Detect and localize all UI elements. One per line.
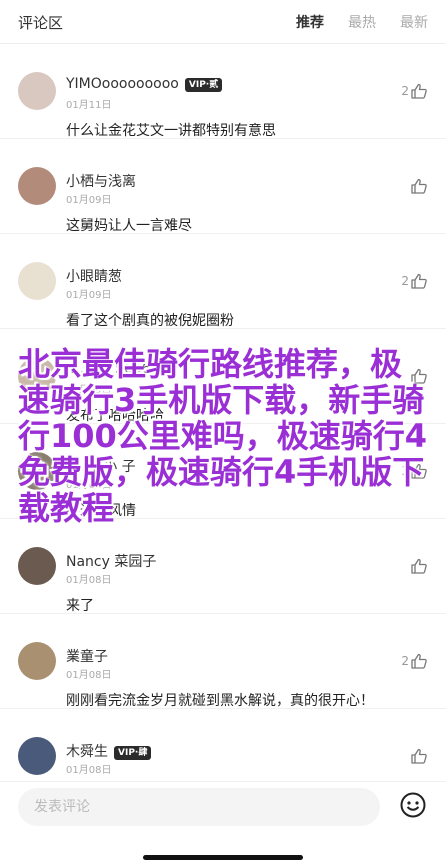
comment-date: 01月11日 <box>66 100 112 111</box>
emoji-icon[interactable] <box>400 792 426 818</box>
avatar[interactable] <box>18 72 56 110</box>
like-button[interactable] <box>409 747 428 765</box>
like-count: 2 <box>401 654 409 668</box>
comment-date: 01月09日 <box>66 290 112 301</box>
comment-item[interactable]: 小眼睛葱 01月09日看了这个剧真的被倪妮圈粉 2 <box>0 234 446 329</box>
like-button[interactable]: 2 <box>401 652 428 670</box>
tab-newest[interactable]: 最新 <box>400 12 428 32</box>
username-text: 木舜生 <box>66 744 108 760</box>
avatar[interactable] <box>18 262 56 300</box>
thumbs-up-icon <box>411 273 427 289</box>
like-button[interactable]: 2 <box>401 272 428 290</box>
comment-text: 刚刚看完流金岁月就碰到黑水解说，真的很开心！ <box>66 693 374 709</box>
spam-overlay-text: 北京最佳骑行路线推荐，极速骑行3手机版下载，新手骑行100公里难吗，极速骑行4免… <box>18 345 428 527</box>
username-text: Nancy 菜园子 <box>66 554 157 570</box>
comment-date: 01月08日 <box>66 765 112 776</box>
username[interactable]: Nancy 菜园子 <box>66 551 156 571</box>
tab-recommended[interactable]: 推荐 <box>296 12 324 32</box>
username[interactable]: 木舜生 VIP·肆 <box>66 741 152 761</box>
vip-badge: VIP·贰 <box>184 78 223 92</box>
comment-date: 01月09日 <box>66 195 112 206</box>
avatar[interactable] <box>18 547 56 585</box>
like-count: 2 <box>401 84 409 98</box>
avatar[interactable] <box>18 737 56 775</box>
thumbs-up-icon <box>411 83 427 99</box>
comment-input-bar: 发表评论 <box>0 781 446 868</box>
comment-item[interactable]: 木舜生 VIP·肆 01月08日 <box>0 709 446 781</box>
sort-tabs: 推荐 最热 最新 <box>272 12 428 32</box>
comment-item[interactable]: 小栖与浅离 01月09日这舅妈让人一言难尽 <box>0 139 446 234</box>
comment-text: 看了这个剧真的被倪妮圈粉 <box>66 313 234 329</box>
comment-date: 01月08日 <box>66 670 112 681</box>
avatar[interactable] <box>18 642 56 680</box>
like-button[interactable] <box>409 557 428 575</box>
tab-hottest[interactable]: 最热 <box>348 12 376 32</box>
thumbs-up-icon <box>411 178 427 194</box>
username-text: 小眼睛葱 <box>66 269 122 285</box>
comment-item[interactable]: YIMOooooooooo VIP·贰 01月11日什么让金花艾文一讲都特别有意思 2 <box>0 44 446 139</box>
username-text: 小栖与浅离 <box>66 174 136 190</box>
comment-text: 来了 <box>66 598 94 614</box>
username-text: 業童子 <box>66 649 108 665</box>
avatar[interactable] <box>18 167 56 205</box>
home-indicator <box>143 855 303 860</box>
comment-date: 01月08日 <box>66 575 112 586</box>
vip-badge: VIP·肆 <box>114 746 152 760</box>
username[interactable]: 小眼睛葱 <box>66 266 122 286</box>
username-text: YIMOooooooooo <box>66 76 179 92</box>
like-count: 2 <box>401 274 409 288</box>
page-title: 评论区 <box>18 14 64 32</box>
thumbs-up-icon <box>411 653 427 669</box>
comment-item[interactable]: 業童子 01月08日刚刚看完流金岁月就碰到黑水解说，真的很开心！ 2 <box>0 614 446 709</box>
username[interactable]: 小栖与浅离 <box>66 171 136 191</box>
comment-text: 这舅妈让人一言难尽 <box>66 218 192 234</box>
comment-item[interactable]: Nancy 菜园子 01月08日来了 <box>0 519 446 614</box>
comment-input[interactable]: 发表评论 <box>18 788 380 826</box>
thumbs-up-icon <box>411 558 427 574</box>
like-button[interactable] <box>409 177 428 195</box>
thumbs-up-icon <box>411 748 427 764</box>
username[interactable]: YIMOooooooooo VIP·贰 <box>66 76 223 92</box>
comment-text: 什么让金花艾文一讲都特别有意思 <box>66 123 276 139</box>
like-button[interactable]: 2 <box>401 82 428 100</box>
comment-header: 评论区 推荐 最热 最新 <box>0 0 446 44</box>
username[interactable]: 業童子 <box>66 646 108 666</box>
